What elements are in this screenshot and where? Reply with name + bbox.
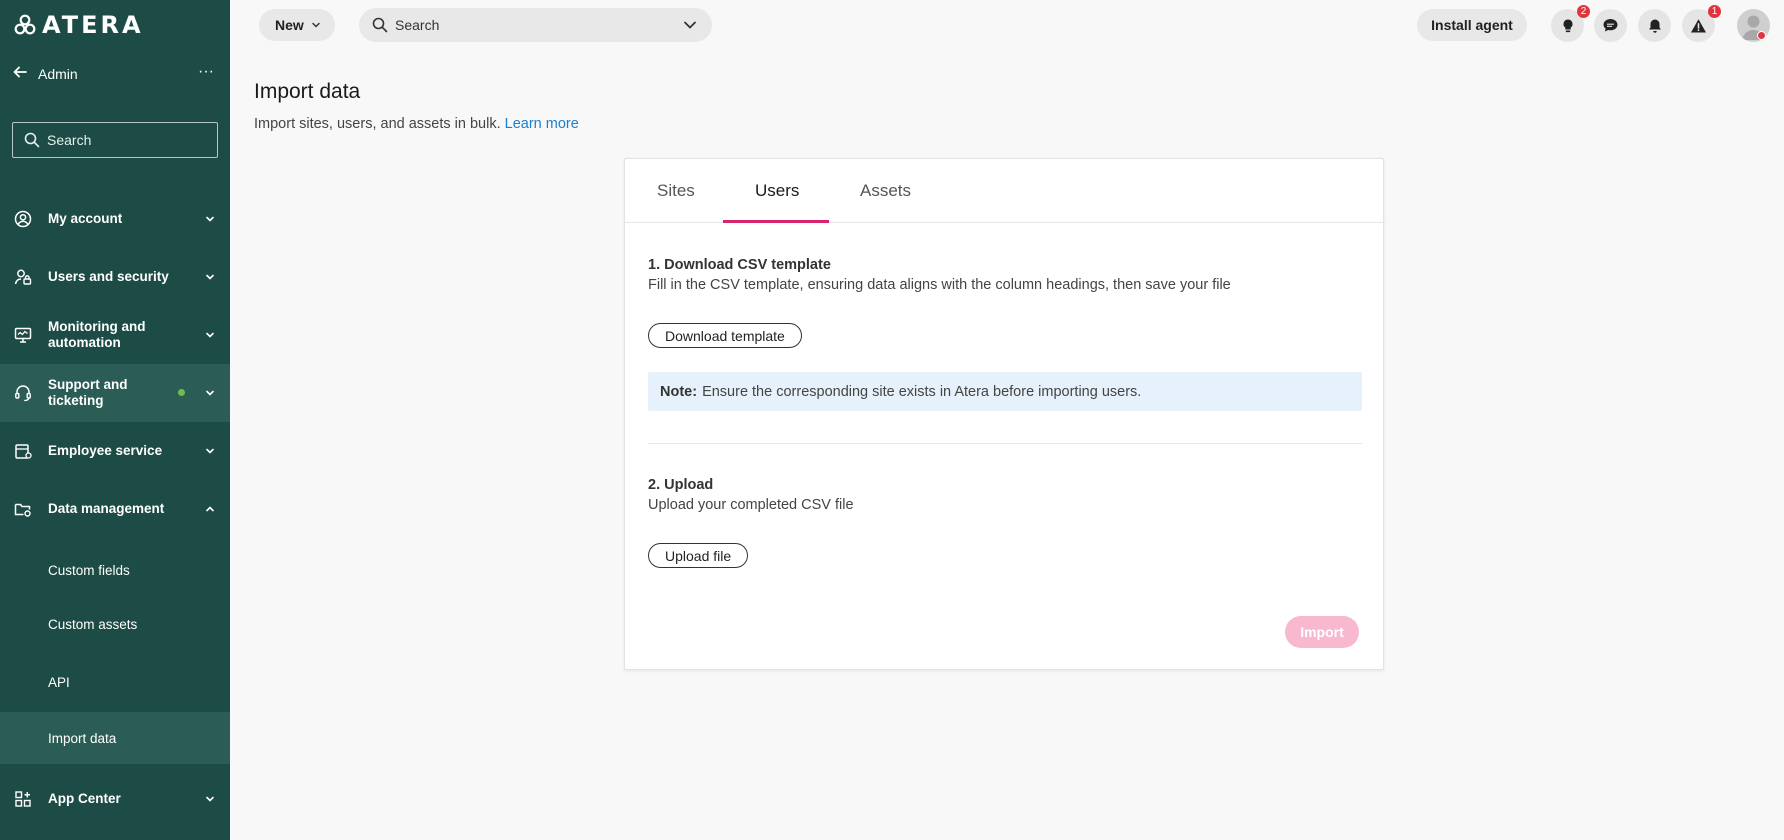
apps-grid-icon <box>15 791 31 807</box>
sidebar-item-label: Monitoring and automation <box>48 319 146 350</box>
install-agent-button[interactable]: Install agent <box>1417 9 1527 41</box>
alerts-badge: 1 <box>1708 5 1721 18</box>
step2-title: 2. Upload <box>648 477 714 493</box>
import-button[interactable]: Import <box>1285 616 1359 648</box>
tab-users[interactable]: Users <box>755 181 799 201</box>
bell-icon <box>1648 19 1661 33</box>
user-circle-icon <box>14 210 32 228</box>
install-agent-label: Install agent <box>1431 17 1513 33</box>
sidebar-subitem-label: Custom fields <box>48 562 130 578</box>
sidebar-subitem-label: API <box>48 674 70 690</box>
page-title: Import data <box>254 80 361 103</box>
search-icon <box>24 132 40 148</box>
step1-description: Fill in the CSV template, ensuring data … <box>648 277 1231 293</box>
import-card: Sites Users Assets 1. Download CSV templ… <box>624 158 1385 670</box>
new-button[interactable]: New <box>259 9 335 41</box>
global-search-label: Search <box>395 17 440 33</box>
sidebar-item-monitoring[interactable]: Monitoring and automation <box>0 314 230 356</box>
sidebar-item-employee-service[interactable]: Employee service <box>0 430 230 472</box>
chevron-down-icon <box>206 796 214 802</box>
active-tab-indicator <box>723 220 829 223</box>
sidebar-item-my-account[interactable]: My account <box>0 198 230 240</box>
step1-title: 1. Download CSV template <box>648 257 831 273</box>
sidebar-subitem-import-data[interactable]: Import data <box>0 712 230 764</box>
sidebar-subitem-custom-fields[interactable]: Custom fields <box>0 544 230 596</box>
admin-label: Admin <box>38 66 78 82</box>
folder-gear-icon <box>14 503 31 517</box>
status-dot <box>178 389 185 396</box>
note-banner: Note: Ensure the corresponding site exis… <box>648 372 1362 411</box>
new-button-label: New <box>275 17 304 33</box>
import-tabs: Sites Users Assets <box>625 159 1385 223</box>
sidebar-item-label: Employee service <box>48 443 163 458</box>
ideas-button[interactable]: 2 <box>1551 5 1590 42</box>
service-icon <box>15 444 32 459</box>
upload-file-button[interactable]: Upload file <box>648 543 749 568</box>
back-arrow-icon[interactable] <box>11 63 29 81</box>
sidebar-item-data-management[interactable]: Data management <box>0 488 230 530</box>
chevron-up-icon <box>206 506 214 512</box>
chat-bubbles-icon <box>1603 19 1618 32</box>
section-divider <box>648 443 1362 444</box>
chevron-down-icon <box>206 390 214 396</box>
sidebar-item-label: My account <box>48 211 123 226</box>
sidebar-search-placeholder: Search <box>47 132 92 148</box>
sidebar-subitem-custom-assets[interactable]: Custom assets <box>0 598 230 650</box>
tab-assets[interactable]: Assets <box>860 181 911 201</box>
sidebar-subitem-api[interactable]: API <box>0 656 230 708</box>
page-subtitle: Import sites, users, and assets in bulk.… <box>254 116 579 132</box>
tab-sites[interactable]: Sites <box>657 181 695 201</box>
chevron-down-icon <box>206 216 214 222</box>
sidebar: ATERA Admin ··· Search My account Users … <box>0 0 230 840</box>
note-text: Ensure the corresponding site exists in … <box>702 383 1142 400</box>
logo-text: ATERA <box>42 11 144 39</box>
chevron-down-icon <box>206 448 214 454</box>
admin-header: Admin ··· <box>0 60 230 88</box>
sidebar-item-app-center[interactable]: App Center <box>0 778 230 820</box>
sidebar-item-users-security[interactable]: Users and security <box>0 256 230 298</box>
sidebar-item-label: Support and ticketing <box>48 377 128 408</box>
sidebar-subitem-label: Custom assets <box>48 616 138 632</box>
sidebar-item-label: Data management <box>48 501 165 516</box>
chevron-down-icon <box>206 332 214 338</box>
sidebar-item-support[interactable]: Support and ticketing <box>0 364 230 422</box>
download-template-button[interactable]: Download template <box>648 323 802 348</box>
step2-description: Upload your completed CSV file <box>648 497 854 513</box>
note-label: Note: <box>660 383 698 400</box>
warning-icon <box>1691 18 1706 32</box>
alerts-button[interactable]: 1 <box>1682 5 1721 42</box>
more-options-icon[interactable]: ··· <box>196 62 216 82</box>
search-icon <box>372 17 388 33</box>
lightbulb-icon <box>1563 19 1572 32</box>
headset-icon <box>15 385 31 402</box>
sidebar-search-input[interactable]: Search <box>12 122 218 158</box>
sidebar-item-label: Users and security <box>48 269 169 284</box>
presence-dot <box>1757 31 1766 40</box>
sidebar-subitem-label: Import data <box>48 730 117 746</box>
monitor-icon <box>14 327 32 343</box>
notifications-button[interactable] <box>1638 9 1671 42</box>
ideas-badge: 2 <box>1577 5 1590 18</box>
global-search-input[interactable]: Search <box>359 8 712 42</box>
chat-button[interactable] <box>1594 9 1627 42</box>
chevron-down-icon <box>312 22 320 28</box>
atera-logo[interactable]: ATERA <box>14 11 144 39</box>
atera-logo-icon <box>14 14 36 35</box>
learn-more-link[interactable]: Learn more <box>505 116 579 132</box>
page-subtitle-text: Import sites, users, and assets in bulk. <box>254 116 501 132</box>
chevron-down-icon <box>206 274 214 280</box>
sidebar-item-label: App Center <box>48 791 121 806</box>
user-lock-icon <box>14 269 32 285</box>
chevron-down-icon[interactable] <box>683 19 697 31</box>
